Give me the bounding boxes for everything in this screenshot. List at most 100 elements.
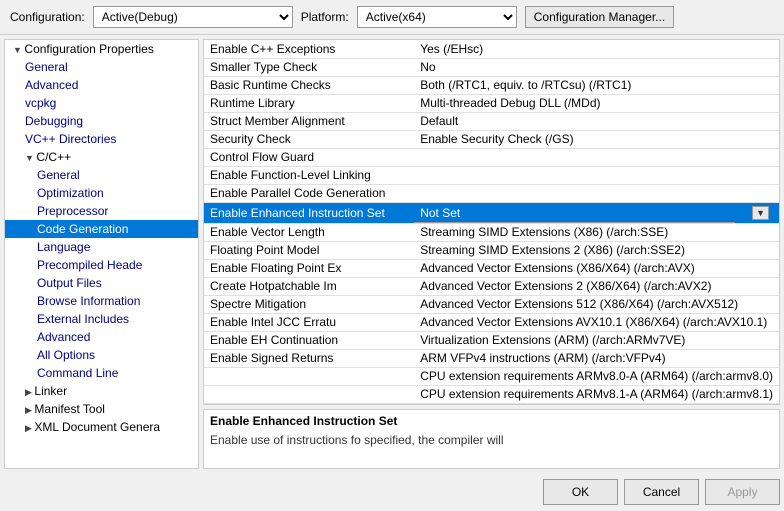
description-title: Enable Enhanced Instruction Set	[210, 414, 773, 428]
tree-item-xml-doc[interactable]: ▶ XML Document Genera	[5, 418, 198, 436]
tree-item-vcpkg[interactable]: vcpkg	[5, 94, 198, 112]
table-row[interactable]: Enable Floating Point ExAdvanced Vector …	[204, 259, 779, 277]
tree-item-debugging[interactable]: Debugging	[5, 112, 198, 130]
apply-button[interactable]: Apply	[705, 479, 780, 505]
description-text: Enable use of instructions fo specified,…	[210, 432, 773, 449]
tree-item-output-files[interactable]: Output Files	[5, 274, 198, 292]
table-row[interactable]: Enable C++ ExceptionsYes (/EHsc)	[204, 40, 779, 58]
tree-item-advanced2[interactable]: Advanced	[5, 328, 198, 346]
prop-name-cell: Basic Runtime Checks	[204, 76, 414, 94]
prop-value-cell: Default	[414, 112, 779, 130]
prop-name-cell: Struct Member Alignment	[204, 112, 414, 130]
properties-dialog: Configuration: Active(Debug) Platform: A…	[0, 0, 784, 511]
right-panel: Enable C++ ExceptionsYes (/EHsc)Smaller …	[203, 39, 780, 469]
tree-item-all-options[interactable]: All Options	[5, 346, 198, 364]
table-row[interactable]: Enable Parallel Code Generation	[204, 184, 779, 202]
table-row[interactable]: Enable Function-Level Linking	[204, 166, 779, 184]
table-row[interactable]: Basic Runtime ChecksBoth (/RTC1, equiv. …	[204, 76, 779, 94]
prop-name-cell: Smaller Type Check	[204, 58, 414, 76]
prop-name-cell: Enable Parallel Code Generation	[204, 184, 414, 202]
prop-value-cell: No	[414, 58, 779, 76]
prop-value-cell: CPU extension requirements ARMv8.1-A (AR…	[414, 385, 779, 403]
tree-item-ext-includes[interactable]: External Includes	[5, 310, 198, 328]
prop-name-cell: Enable Enhanced Instruction Set	[204, 202, 414, 223]
properties-table: Enable C++ ExceptionsYes (/EHsc)Smaller …	[204, 40, 779, 405]
prop-name-cell: Spectre Mitigation	[204, 295, 414, 313]
table-row[interactable]: Create Hotpatchable ImAdvanced Vector Ex…	[204, 277, 779, 295]
config-manager-button[interactable]: Configuration Manager...	[525, 6, 674, 28]
table-row[interactable]: CPU extension requirements ARMv8.2-A (AR…	[204, 403, 779, 405]
table-row[interactable]: CPU extension requirements ARMv8.1-A (AR…	[204, 385, 779, 403]
prop-value-cell: Advanced Vector Extensions 512 (X86/X64)…	[414, 295, 779, 313]
table-row[interactable]: Enable Signed ReturnsARM VFPv4 instructi…	[204, 349, 779, 367]
prop-name-cell: Floating Point Model	[204, 241, 414, 259]
prop-name-cell: Security Check	[204, 130, 414, 148]
prop-value-cell: Multi-threaded Debug DLL (/MDd)	[414, 94, 779, 112]
description-box: Enable Enhanced Instruction Set Enable u…	[203, 409, 780, 469]
prop-value-cell: CPU extension requirements ARMv8.0-A (AR…	[414, 367, 779, 385]
prop-name-cell: Enable Floating Point Ex	[204, 259, 414, 277]
ok-button[interactable]: OK	[543, 479, 618, 505]
tree-item-linker[interactable]: ▶ Linker	[5, 382, 198, 400]
bottom-buttons: OK Cancel Apply	[0, 473, 784, 511]
config-label: Configuration:	[10, 10, 85, 24]
tree-item-preprocessor[interactable]: Preprocessor	[5, 202, 198, 220]
tree-item-precompiled[interactable]: Precompiled Heade	[5, 256, 198, 274]
prop-name-cell	[204, 403, 414, 405]
configuration-select[interactable]: Active(Debug)	[93, 6, 293, 28]
platform-select[interactable]: Active(x64)	[357, 6, 517, 28]
properties-area: Enable C++ ExceptionsYes (/EHsc)Smaller …	[203, 39, 780, 405]
table-row[interactable]: Enable Intel JCC ErratuAdvanced Vector E…	[204, 313, 779, 331]
table-row[interactable]: Control Flow Guard	[204, 148, 779, 166]
prop-name-cell: Control Flow Guard	[204, 148, 414, 166]
prop-name-cell: Enable C++ Exceptions	[204, 40, 414, 58]
prop-value-cell: Streaming SIMD Extensions (X86) (/arch:S…	[414, 223, 779, 241]
tree-item-language[interactable]: Language	[5, 238, 198, 256]
tree-item-optimization[interactable]: Optimization	[5, 184, 198, 202]
prop-name-cell: Enable Signed Returns	[204, 349, 414, 367]
tree-item-cpp[interactable]: ▼ C/C++	[5, 148, 198, 166]
cancel-button[interactable]: Cancel	[624, 479, 699, 505]
prop-value-cell[interactable]: Not Set▼Not SetStreaming SIMD Extensions…	[414, 202, 779, 223]
table-row[interactable]: Struct Member AlignmentDefault	[204, 112, 779, 130]
prop-name-cell: Enable Intel JCC Erratu	[204, 313, 414, 331]
tree-item-advanced[interactable]: Advanced	[5, 76, 198, 94]
table-row[interactable]: Runtime LibraryMulti-threaded Debug DLL …	[204, 94, 779, 112]
table-row[interactable]: Smaller Type CheckNo	[204, 58, 779, 76]
title-bar: Configuration: Active(Debug) Platform: A…	[0, 0, 784, 35]
tree-item-manifest-tool[interactable]: ▶ Manifest Tool	[5, 400, 198, 418]
prop-value-cell: Yes (/EHsc)	[414, 40, 779, 58]
prop-value-cell: Advanced Vector Extensions 2 (X86/X64) (…	[414, 277, 779, 295]
prop-name-cell: Enable Function-Level Linking	[204, 166, 414, 184]
dropdown-arrow-icon[interactable]: ▼	[752, 206, 769, 220]
prop-name-cell: Create Hotpatchable Im	[204, 277, 414, 295]
table-row[interactable]: Enable Enhanced Instruction SetNot Set▼N…	[204, 202, 779, 223]
tree-item-vcpp-dirs[interactable]: VC++ Directories	[5, 130, 198, 148]
prop-value-cell: CPU extension requirements ARMv8.2-A (AR…	[414, 403, 779, 405]
prop-value-cell: Streaming SIMD Extensions 2 (X86) (/arch…	[414, 241, 779, 259]
tree-item-cpp-general[interactable]: General	[5, 166, 198, 184]
prop-value-cell: Virtualization Extensions (ARM) (/arch:A…	[414, 331, 779, 349]
prop-name-cell: Enable EH Continuation	[204, 331, 414, 349]
prop-value-cell: Enable Security Check (/GS)	[414, 130, 779, 148]
prop-value-cell	[414, 148, 779, 166]
table-row[interactable]: Enable EH ContinuationVirtualization Ext…	[204, 331, 779, 349]
tree-item-browse-info[interactable]: Browse Information	[5, 292, 198, 310]
tree-item-config-props[interactable]: ▼ Configuration Properties	[5, 40, 198, 58]
platform-label: Platform:	[301, 10, 349, 24]
prop-name-cell: Runtime Library	[204, 94, 414, 112]
prop-name-cell: Enable Vector Length	[204, 223, 414, 241]
table-row[interactable]: Floating Point ModelStreaming SIMD Exten…	[204, 241, 779, 259]
table-row[interactable]: CPU extension requirements ARMv8.0-A (AR…	[204, 367, 779, 385]
tree-panel: ▼ Configuration PropertiesGeneralAdvance…	[4, 39, 199, 469]
prop-name-cell	[204, 367, 414, 385]
tree-item-cmd-line[interactable]: Command Line	[5, 364, 198, 382]
table-row[interactable]: Enable Vector LengthStreaming SIMD Exten…	[204, 223, 779, 241]
prop-name-cell	[204, 385, 414, 403]
tree-item-general[interactable]: General	[5, 58, 198, 76]
table-row[interactable]: Security CheckEnable Security Check (/GS…	[204, 130, 779, 148]
tree-item-code-gen[interactable]: Code Generation	[5, 220, 198, 238]
table-row[interactable]: Spectre MitigationAdvanced Vector Extens…	[204, 295, 779, 313]
dropdown-selected-text: Not Set	[420, 206, 460, 220]
main-content: ▼ Configuration PropertiesGeneralAdvance…	[0, 35, 784, 473]
